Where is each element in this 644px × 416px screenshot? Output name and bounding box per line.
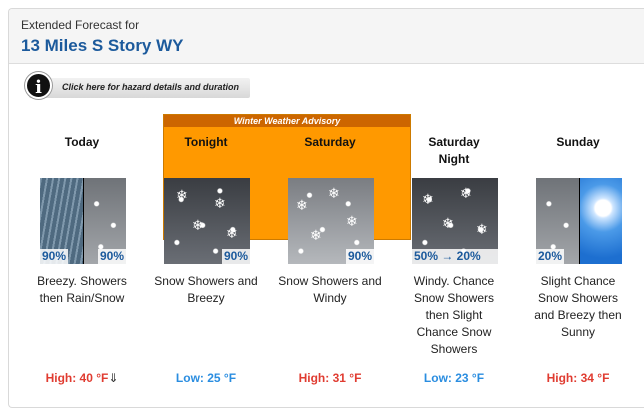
temperature: Low: 23 °F <box>423 371 485 385</box>
precip-chance-left: 90% <box>40 249 69 264</box>
forecast-period-saturday-night: Saturday Night ❄ ❄ ❄ ❄ 50% → 20% Windy. … <box>392 0 516 416</box>
snowflake-icon: ❄ <box>346 213 358 229</box>
snowflake-icon: ❄ <box>176 187 188 203</box>
period-name: Today <box>64 135 100 149</box>
icon-divider <box>579 178 580 264</box>
period-description: Slight Chance Snow Showers and Breezy th… <box>534 274 622 339</box>
snowflake-icon: ❄ <box>214 195 226 211</box>
period-name: Sunday <box>556 135 600 149</box>
rain-snow-icon[interactable]: 90% 90% <box>40 178 126 264</box>
precip-chance: 90% <box>221 249 250 264</box>
precip-chance: 20% <box>536 249 565 264</box>
temperature: High: 34 °F <box>546 371 610 385</box>
temperature: Low: 25 °F <box>175 371 237 385</box>
precip-chance-range: 50% → 20% <box>412 249 498 264</box>
snowflake-icon: ❄ <box>476 221 488 237</box>
snow-showers-icon[interactable]: ❄ ❄ ❄ ❄ 90% <box>288 178 374 264</box>
temperature-value: High: 40 °F <box>45 371 109 385</box>
period-description: Windy. Chance Snow Showers then Slight C… <box>413 274 495 356</box>
forecast-period-today: Today 90% 90% Breezy. Showers then Rain/… <box>20 0 144 416</box>
temperature: High: 31 °F <box>298 371 362 385</box>
period-name: Saturday <box>304 135 356 149</box>
period-description: Snow Showers and Breezy <box>154 274 258 305</box>
snowflake-icon: ❄ <box>310 227 322 243</box>
temperature: High: 40 °F⇓ <box>20 371 144 385</box>
falling-trend-icon: ⇓ <box>108 371 119 385</box>
icon-divider <box>83 178 84 264</box>
snowflake-icon: ❄ <box>328 185 340 201</box>
snowflake-icon: ❄ <box>422 191 434 207</box>
sun-half <box>580 178 622 264</box>
forecast-period-saturday: Saturday ❄ ❄ ❄ ❄ 90% Snow Showers and Wi… <box>268 0 392 416</box>
snowflake-icon: ❄ <box>192 217 204 233</box>
precip-chance-right: 90% <box>97 249 126 264</box>
period-description: Snow Showers and Windy <box>278 274 382 305</box>
forecast-period-sunday: Sunday 20% Slight Chance Snow Showers an… <box>516 0 640 416</box>
precip-chance: 90% <box>345 249 374 264</box>
period-name: Tonight <box>184 135 228 149</box>
snow-showers-icon[interactable]: ❄ ❄ ❄ ❄ 90% <box>164 178 250 264</box>
snowflake-icon: ❄ <box>460 185 472 201</box>
period-description: Breezy. Showers then Rain/Snow <box>37 274 127 305</box>
snowflake-icon: ❄ <box>226 225 238 241</box>
forecast-period-tonight: Tonight ❄ ❄ ❄ ❄ 90% Snow Showers and Bre… <box>144 0 268 416</box>
snow-then-sunny-icon[interactable]: 20% <box>536 178 622 264</box>
snowflake-icon: ❄ <box>296 197 308 213</box>
period-name: Saturday Night <box>428 135 480 166</box>
snowflake-icon: ❄ <box>442 215 454 231</box>
snow-showers-icon[interactable]: ❄ ❄ ❄ ❄ 50% → 20% <box>412 178 498 264</box>
